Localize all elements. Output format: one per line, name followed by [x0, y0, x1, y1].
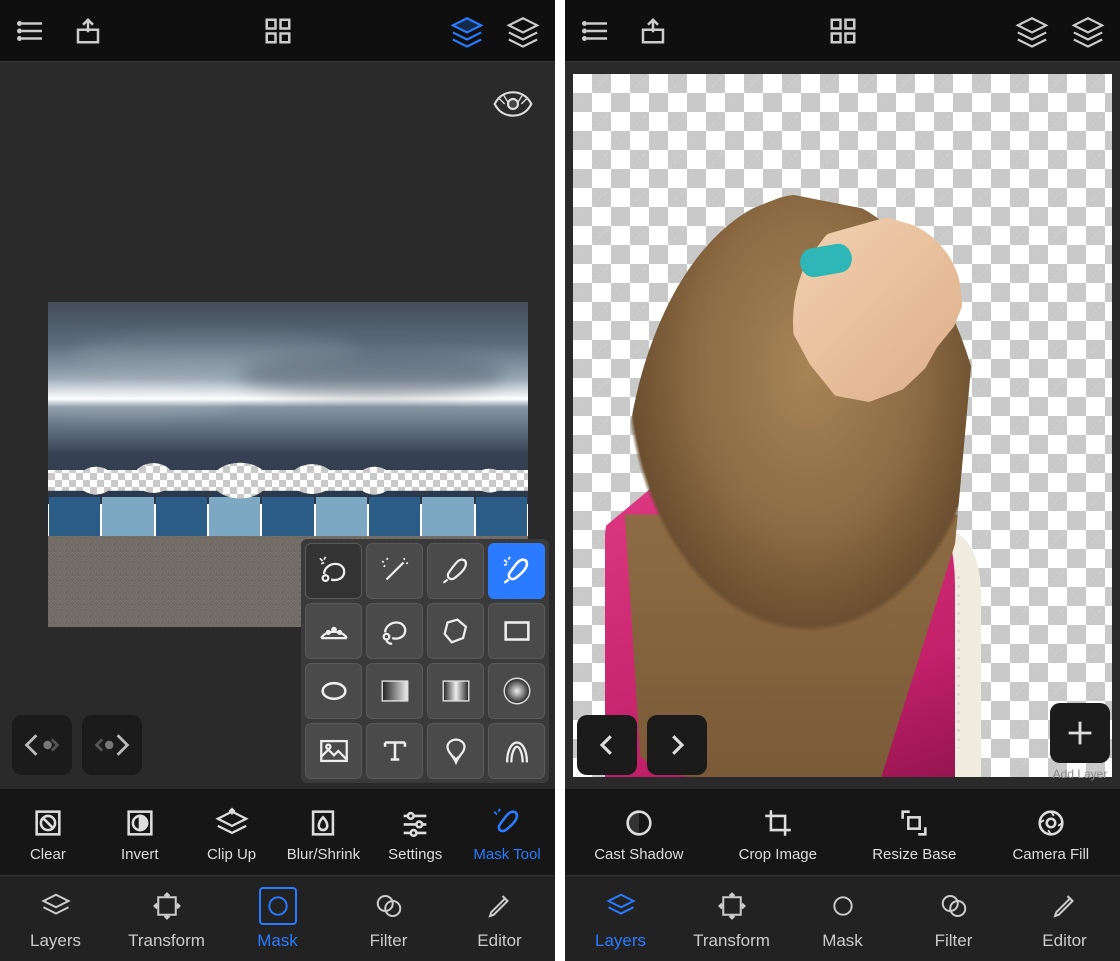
list-icon[interactable]: [573, 7, 621, 55]
tab-filter[interactable]: Filter: [333, 875, 444, 961]
transparent-canvas: [573, 74, 1112, 777]
brush-restore-icon[interactable]: [488, 543, 545, 599]
tab-mask[interactable]: Mask: [222, 875, 333, 961]
blur-shrink-option[interactable]: Blur/Shrink: [283, 806, 363, 863]
mask-tool-option[interactable]: Mask Tool: [467, 806, 547, 863]
invert-label: Invert: [121, 846, 159, 863]
crop-image-option[interactable]: Crop Image: [738, 806, 818, 863]
tab-filter-label: Filter: [370, 931, 408, 951]
share-icon[interactable]: [64, 7, 112, 55]
prev-layer-button[interactable]: [577, 715, 637, 775]
landscape-mask-icon[interactable]: [305, 723, 362, 779]
resize-base-label: Resize Base: [872, 846, 956, 863]
layers-stack-outline-icon[interactable]: [1008, 7, 1056, 55]
tab-filter[interactable]: Filter: [898, 875, 1009, 961]
tab-layers[interactable]: Layers: [0, 875, 111, 961]
mask-option-bar: Clear Invert Clip Up Blur/Shrink Setting…: [0, 789, 555, 875]
clipup-label: Clip Up: [207, 846, 256, 863]
tab-mask-label: Mask: [257, 931, 298, 951]
nav-next-button[interactable]: [82, 715, 142, 775]
blur-shrink-label: Blur/Shrink: [287, 846, 360, 863]
tab-transform-label: Transform: [693, 931, 770, 951]
settings-option[interactable]: Settings: [375, 806, 455, 863]
bottom-tab-bar: Layers Transform Mask Filter Editor: [0, 875, 555, 961]
list-icon[interactable]: [8, 7, 56, 55]
ellipse-icon[interactable]: [305, 663, 362, 719]
tab-layers-label: Layers: [595, 931, 646, 951]
brush-erase-icon[interactable]: [427, 543, 484, 599]
layers-icon[interactable]: [1064, 7, 1112, 55]
hair-mask-icon[interactable]: [488, 723, 545, 779]
tab-filter-label: Filter: [935, 931, 973, 951]
mask-tool-label: Mask Tool: [473, 846, 540, 863]
text-mask-icon[interactable]: [366, 723, 423, 779]
canvas[interactable]: Add Layer: [565, 62, 1120, 789]
layers-icon[interactable]: [499, 7, 547, 55]
clear-option[interactable]: Clear: [8, 806, 88, 863]
gradient-mirror-icon[interactable]: [427, 663, 484, 719]
top-toolbar: [0, 0, 555, 62]
share-icon[interactable]: [629, 7, 677, 55]
add-layer-label: Add Layer: [1053, 767, 1108, 781]
layers-stack-icon[interactable]: [443, 7, 491, 55]
lasso-auto-icon[interactable]: [305, 543, 362, 599]
wand-mask-icon[interactable]: [366, 543, 423, 599]
canvas[interactable]: [0, 62, 555, 789]
visibility-toggle-icon[interactable]: [493, 90, 533, 118]
camera-fill-option[interactable]: Camera Fill: [1011, 806, 1091, 863]
lasso-icon[interactable]: [366, 603, 423, 659]
settings-label: Settings: [388, 846, 442, 863]
tab-layers[interactable]: Layers: [565, 875, 676, 961]
nav-prev-button[interactable]: [12, 715, 72, 775]
grid-icon[interactable]: [254, 7, 302, 55]
tab-editor-label: Editor: [1042, 931, 1086, 951]
cast-shadow-label: Cast Shadow: [594, 846, 683, 863]
bottom-tab-bar: Layers Transform Mask Filter Editor: [565, 875, 1120, 961]
add-layer-button[interactable]: Add Layer: [1050, 703, 1110, 763]
tab-transform-label: Transform: [128, 931, 205, 951]
layers-option-bar: Cast Shadow Crop Image Resize Base Camer…: [565, 789, 1120, 875]
top-toolbar: [565, 0, 1120, 62]
resize-base-option[interactable]: Resize Base: [872, 806, 956, 863]
cast-shadow-option[interactable]: Cast Shadow: [594, 806, 683, 863]
subject-cutout: [623, 194, 992, 777]
shape-mask-icon[interactable]: [427, 723, 484, 779]
erased-region: [48, 452, 528, 504]
tab-transform[interactable]: Transform: [111, 875, 222, 961]
clear-label: Clear: [30, 846, 66, 863]
clipup-option[interactable]: Clip Up: [192, 806, 272, 863]
tab-mask-label: Mask: [822, 931, 863, 951]
right-panel: Add Layer Cast Shadow Crop Image Resize …: [565, 0, 1120, 961]
camera-fill-label: Camera Fill: [1012, 846, 1089, 863]
left-panel: Clear Invert Clip Up Blur/Shrink Setting…: [0, 0, 555, 961]
crop-image-label: Crop Image: [739, 846, 817, 863]
tab-editor[interactable]: Editor: [444, 875, 555, 961]
rectangle-icon[interactable]: [488, 603, 545, 659]
polygon-lasso-icon[interactable]: [427, 603, 484, 659]
color-range-icon[interactable]: [305, 603, 362, 659]
tab-editor[interactable]: Editor: [1009, 875, 1120, 961]
gradient-linear-icon[interactable]: [366, 663, 423, 719]
next-layer-button[interactable]: [647, 715, 707, 775]
tab-layers-label: Layers: [30, 931, 81, 951]
tab-transform[interactable]: Transform: [676, 875, 787, 961]
grid-icon[interactable]: [819, 7, 867, 55]
tab-mask[interactable]: Mask: [787, 875, 898, 961]
mask-tool-grid: [301, 539, 549, 783]
tab-editor-label: Editor: [477, 931, 521, 951]
gradient-radial-icon[interactable]: [488, 663, 545, 719]
invert-option[interactable]: Invert: [100, 806, 180, 863]
